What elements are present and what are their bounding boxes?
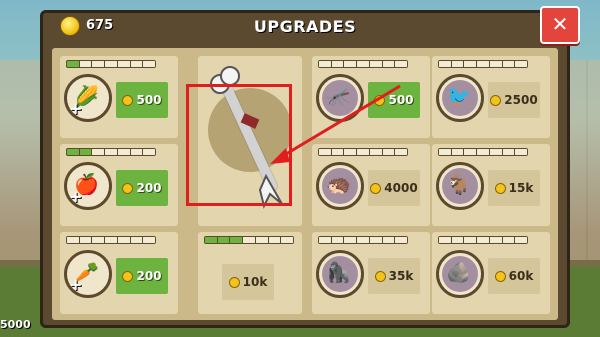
annotation-arrow <box>270 84 401 164</box>
